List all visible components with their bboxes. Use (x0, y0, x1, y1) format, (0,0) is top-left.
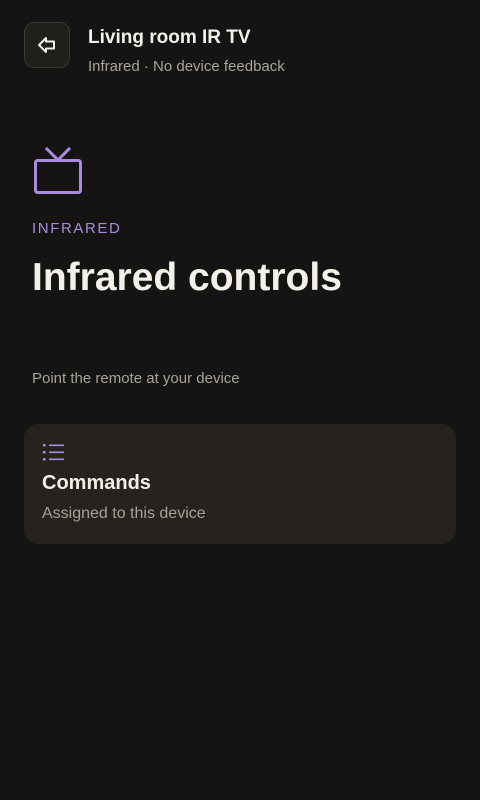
screen: Living room IR TV Infrared · No device f… (0, 0, 480, 800)
commands-card-subtitle: Assigned to this device (42, 505, 206, 522)
instruction-text: Point the remote at your device (32, 370, 240, 387)
commands-card[interactable]: Commands Assigned to this device (24, 424, 456, 544)
back-arrow-icon (36, 34, 58, 56)
commands-card-title: Commands (42, 472, 151, 494)
device-subtitle: Infrared · No device feedback (88, 58, 285, 75)
list-icon (42, 442, 66, 464)
back-button[interactable] (24, 22, 70, 68)
tv-icon (32, 146, 84, 198)
page-title: Infrared controls (32, 256, 342, 299)
category-label: INFRARED (32, 220, 122, 237)
device-title: Living room IR TV (88, 27, 251, 48)
header: Living room IR TV Infrared · No device f… (24, 22, 456, 78)
